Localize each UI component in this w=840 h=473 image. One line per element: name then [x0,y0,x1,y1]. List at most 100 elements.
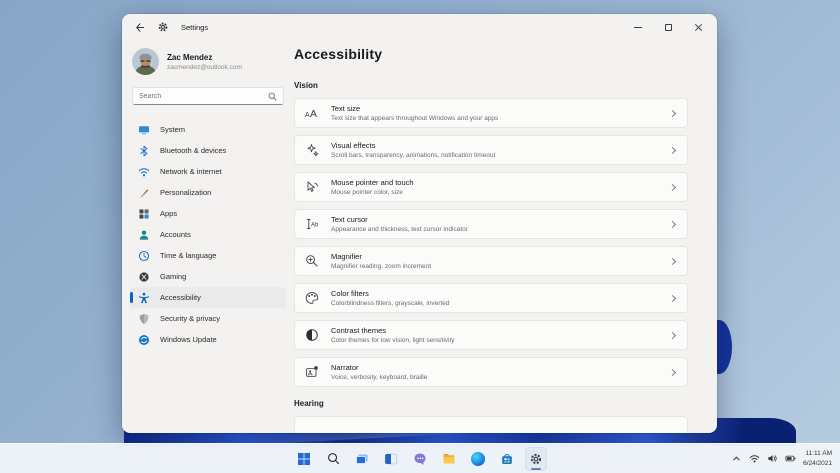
card-subtitle: Color themes for low vision, light sensi… [331,337,455,344]
vision-card-list: AA Text size Text size that appears thro… [294,98,688,387]
mouse-pointer-icon [305,180,319,194]
minimize-button[interactable] [623,16,653,38]
desktop: Settings Zac Mendez zacmendez@outlook.co… [0,0,840,473]
card-subtitle: Mouse pointer color, size [331,189,403,196]
card-text-cursor[interactable]: Ab Text cursor Appearance and thickness,… [294,209,688,239]
taskbar-search-button[interactable] [322,447,344,471]
person-icon [138,229,150,241]
narrator-icon [305,365,319,379]
clock-globe-icon [138,250,150,262]
taskbar-center [293,446,547,471]
edge-icon [471,451,485,466]
sidebar-item-gaming[interactable]: Gaming [130,266,286,287]
chevron-right-icon [668,220,677,228]
tray-chevron-up-icon[interactable] [731,453,742,464]
card-contrast-themes[interactable]: Contrast themes Color themes for low vis… [294,320,688,350]
tray-battery-icon[interactable] [785,453,796,464]
user-profile[interactable]: Zac Mendez zacmendez@outlook.com [132,48,286,75]
task-view-button[interactable] [351,447,373,471]
chevron-right-icon [668,109,677,117]
bluetooth-icon [138,145,150,157]
clock-date: 6/24/2021 [803,459,832,467]
apps-grid-icon [138,208,150,220]
user-email: zacmendez@outlook.com [167,63,242,71]
profile-text: Zac Mendez zacmendez@outlook.com [167,53,242,71]
chat-button[interactable] [409,447,431,471]
taskbar-settings-button[interactable] [525,446,547,471]
svg-text:Ab: Ab [311,223,319,229]
clock-time: 11:11 AM [805,449,833,457]
sidebar-item-system[interactable]: System [130,119,286,140]
settings-gear-icon [529,452,543,466]
update-icon [138,334,150,346]
card-subtitle: Magnifier reading, zoom increment [331,263,432,270]
maximize-button[interactable] [653,16,683,38]
close-button[interactable] [683,16,713,38]
sidebar-item-network-internet[interactable]: Network & internet [130,161,286,182]
color-palette-icon [305,291,319,305]
card-text-size[interactable]: AA Text size Text size that appears thro… [294,98,688,128]
folder-icon [442,452,456,466]
card-title: Contrast themes [331,326,387,335]
card-subtitle: Text size that appears throughout Window… [331,115,499,122]
card-magnifier[interactable]: Magnifier Magnifier reading, zoom increm… [294,246,688,276]
sidebar-item-accounts[interactable]: Accounts [130,224,286,245]
system-icon [138,124,150,136]
back-button[interactable] [129,17,149,37]
section-vision: Vision [294,81,318,90]
card-title: Text cursor [331,215,368,224]
start-button[interactable] [293,447,315,471]
shield-icon [138,313,150,325]
store-icon [500,452,514,466]
sidebar-item-windows-update[interactable]: Windows Update [130,329,286,350]
card-subtitle: Voice, verbosity, keyboard, braille [331,374,428,381]
close-icon [694,23,703,32]
sidebar-item-time-language[interactable]: Time & language [130,245,286,266]
search-input[interactable] [139,92,268,100]
edge-button[interactable] [467,447,489,471]
card-title: Text size [331,104,361,113]
widgets-button[interactable] [380,447,402,471]
visual-effects-icon [305,143,319,157]
chevron-right-icon [668,146,677,154]
sidebar: Zac Mendez zacmendez@outlook.com System [122,40,294,433]
xbox-icon [138,271,150,283]
sidebar-nav: System Bluetooth & devices Network & int… [130,119,286,350]
tray-volume-icon[interactable] [767,453,778,464]
sidebar-item-personalization[interactable]: Personalization [130,182,286,203]
card-title: Narrator [331,363,359,372]
titlebar: Settings [122,14,717,40]
taskbar: 11:11 AM 6/24/2021 [0,443,840,473]
user-name: Zac Mendez [167,52,213,62]
wifi-icon [138,166,150,178]
window-title: Settings [181,22,209,32]
card-mouse-pointer-touch[interactable]: Mouse pointer and touch Mouse pointer co… [294,172,688,202]
search-icon [268,92,277,101]
file-explorer-button[interactable] [438,447,460,471]
chevron-right-icon [668,183,677,191]
sidebar-item-accessibility[interactable]: Accessibility [130,287,286,308]
card-color-filters[interactable]: Color filters Colorblindness filters, gr… [294,283,688,313]
card-subtitle: Colorblindness filters, grayscale, inver… [331,300,450,307]
search-box[interactable] [132,87,284,105]
magnifier-icon [305,254,319,268]
text-size-icon: AA [305,106,319,120]
card-narrator[interactable]: Narrator Voice, verbosity, keyboard, bra… [294,357,688,387]
settings-gear-icon [153,17,173,37]
taskbar-clock[interactable]: 11:11 AM 6/24/2021 [803,449,832,469]
chevron-right-icon [668,294,677,302]
sidebar-item-apps[interactable]: Apps [130,203,286,224]
card-title: Color filters [331,289,369,298]
windows-logo-icon [297,452,311,466]
widgets-icon [384,452,398,466]
card-hearing-partial[interactable] [294,416,688,433]
brush-icon [138,187,150,199]
search-icon [327,452,340,465]
svg-text:A: A [310,108,317,120]
sidebar-item-security-privacy[interactable]: Security & privacy [130,308,286,329]
text-cursor-icon: Ab [305,217,319,231]
card-visual-effects[interactable]: Visual effects Scroll bars, transparency… [294,135,688,165]
sidebar-item-bluetooth-devices[interactable]: Bluetooth & devices [130,140,286,161]
tray-wifi-icon[interactable] [749,453,760,464]
store-button[interactable] [496,447,518,471]
